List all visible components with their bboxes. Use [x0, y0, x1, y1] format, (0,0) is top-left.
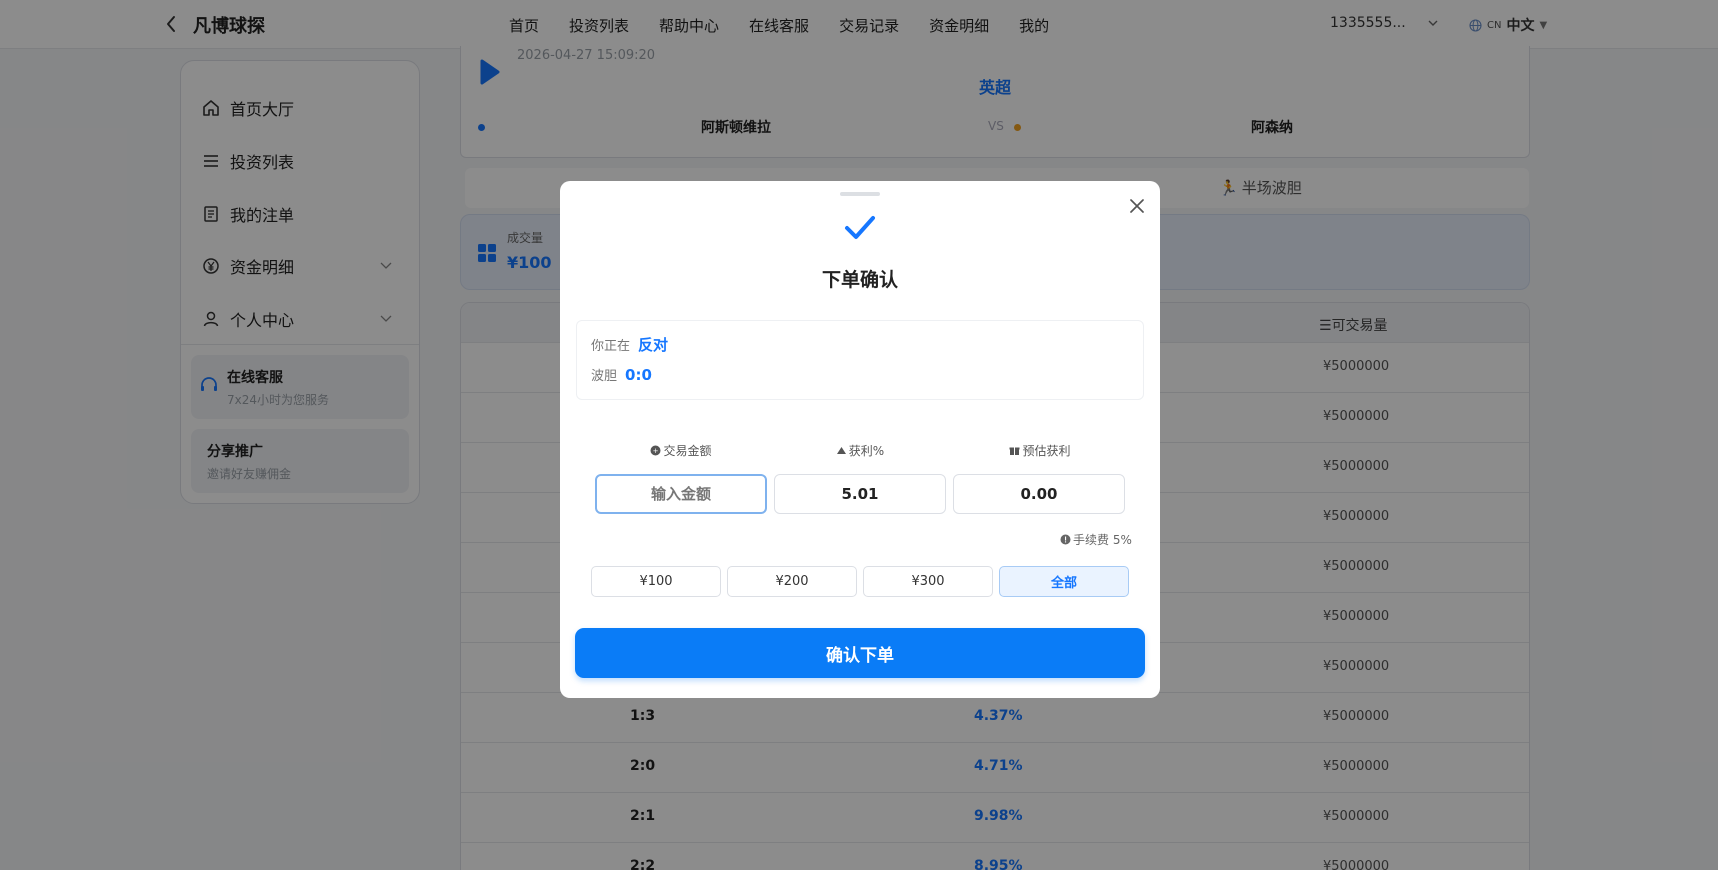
quick-amount-200[interactable]: ¥200	[727, 566, 857, 597]
gift-icon	[1009, 447, 1020, 455]
coin-icon: +	[650, 445, 661, 456]
close-icon[interactable]	[1127, 196, 1147, 216]
dialog-title: 下单确认	[821, 269, 898, 291]
order-summary: 你正在 反对 波胆 0:0	[576, 320, 1144, 400]
svg-text:+: +	[653, 447, 659, 455]
amount-input-wrapper	[595, 474, 767, 514]
market-label: 波胆	[591, 369, 618, 384]
est-profit-label: 预估获利	[954, 442, 1126, 459]
est-profit-field: 0.00	[953, 474, 1125, 514]
quick-amount-all[interactable]: 全部	[999, 566, 1129, 597]
order-confirm-dialog: 下单确认 你正在 反对 波胆 0:0 + 交易金额 获利% 预估获利 5.01 …	[560, 181, 1160, 698]
market-row: 波胆 0:0	[591, 365, 652, 384]
triangle-up-icon	[836, 447, 846, 454]
quick-amount-300[interactable]: ¥300	[863, 566, 993, 597]
confirm-order-button[interactable]: 确认下单	[575, 628, 1145, 678]
market-value: 0:0	[625, 366, 652, 384]
fee-note: 手续费 5%	[1060, 531, 1132, 548]
drag-handle[interactable]	[840, 192, 880, 196]
check-icon	[845, 216, 875, 239]
quick-amount-100[interactable]: ¥100	[591, 566, 721, 597]
amount-label: + 交易金额	[595, 442, 767, 459]
profit-rate-field: 5.01	[774, 474, 946, 514]
position-value: 反对	[638, 336, 669, 354]
amount-input[interactable]	[597, 476, 765, 512]
position-row: 你正在 反对	[591, 334, 668, 355]
profit-rate-label: 获利%	[774, 442, 946, 459]
info-icon	[1060, 534, 1071, 545]
position-label: 你正在	[591, 339, 631, 354]
